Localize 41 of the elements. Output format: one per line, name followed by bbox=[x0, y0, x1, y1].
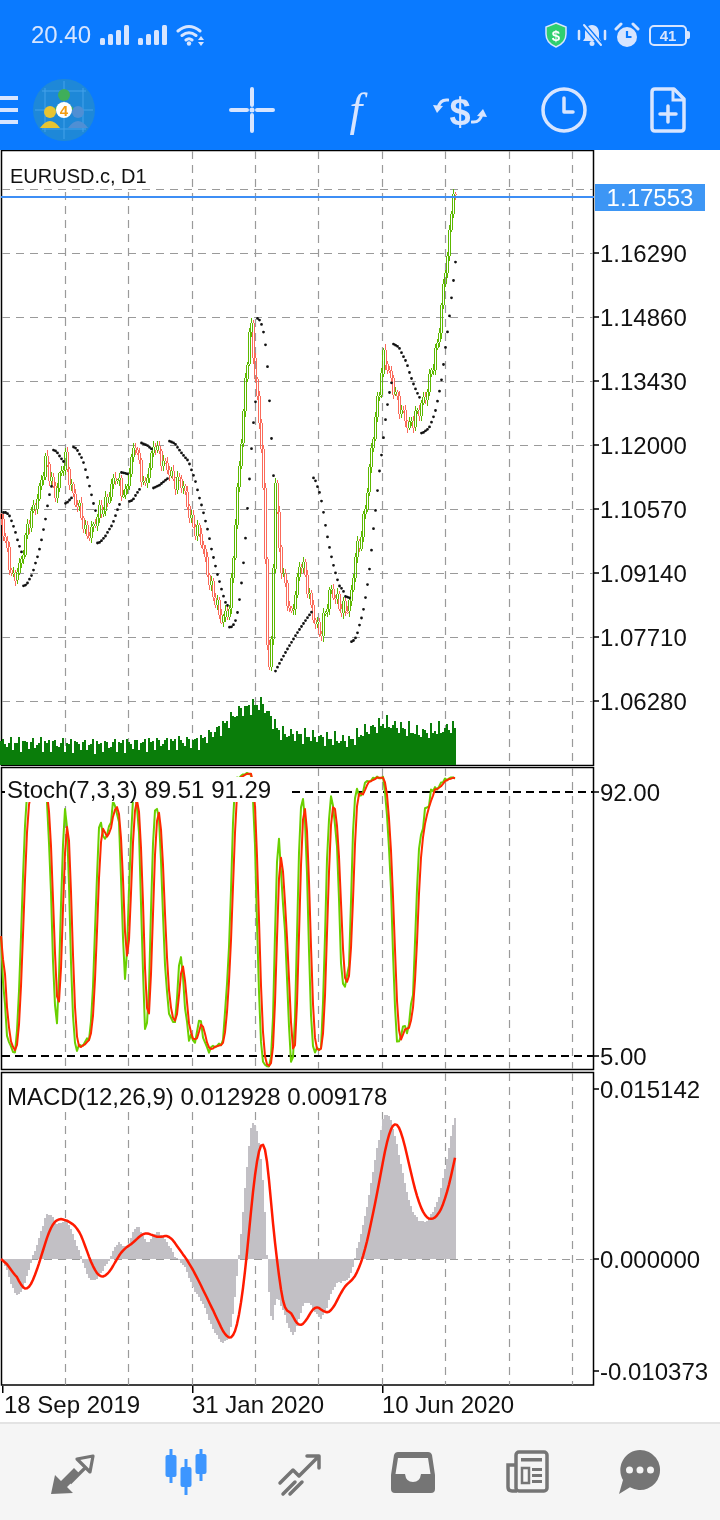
battery-indicator: 41 bbox=[649, 24, 690, 46]
crosshair-button[interactable] bbox=[227, 85, 277, 135]
scale-label: -0.010373 bbox=[600, 1357, 709, 1385]
clock-icon bbox=[541, 87, 587, 133]
price-label: 1.09140 bbox=[600, 559, 687, 587]
crosshair-icon bbox=[229, 87, 275, 133]
level-label: 92.00 bbox=[600, 778, 661, 806]
date-label: 18 Sep 2019 bbox=[4, 1390, 141, 1418]
curved-arrow-icon bbox=[470, 109, 487, 127]
date-label: 10 Jun 2020 bbox=[382, 1390, 515, 1418]
signal-icon bbox=[138, 25, 170, 45]
curved-arrow-icon bbox=[433, 95, 450, 113]
document-plus-icon bbox=[650, 87, 686, 133]
price-label: 1.06280 bbox=[600, 687, 687, 715]
alarm-clock-icon bbox=[614, 22, 640, 48]
logo-number: 4 bbox=[59, 102, 69, 118]
scale-label: 0.000000 bbox=[600, 1245, 701, 1273]
muted-bell-icon bbox=[577, 22, 607, 48]
price-label: 1.12000 bbox=[600, 431, 687, 459]
symbol-label: EURUSD.c, D1 bbox=[10, 165, 147, 187]
signal-icon bbox=[100, 25, 132, 45]
price-label: 1.16290 bbox=[600, 239, 687, 267]
shield-badge: $ bbox=[545, 22, 567, 48]
date-label: 31 Jan 2020 bbox=[192, 1390, 325, 1418]
current-price-badge: 1.17553 bbox=[595, 184, 705, 211]
indicators-button[interactable]: f bbox=[341, 83, 371, 137]
menu-button[interactable] bbox=[0, 96, 18, 124]
price-label: 1.07710 bbox=[600, 623, 687, 651]
status-time: 20.40 bbox=[31, 23, 92, 47]
level-label: 5.00 bbox=[600, 1042, 647, 1070]
indicator-label: MACD(12,26,9) 0.012928 0.009178 bbox=[5, 1083, 393, 1110]
app-logo-icon[interactable] bbox=[33, 79, 95, 141]
price-label: 1.10570 bbox=[600, 495, 687, 523]
wifi-icon bbox=[176, 23, 206, 47]
clock-button[interactable] bbox=[539, 85, 589, 135]
price-label: 1.13430 bbox=[600, 367, 687, 395]
trade-button[interactable]: $ bbox=[431, 85, 489, 135]
menu-icon bbox=[0, 96, 18, 124]
new-document-button[interactable] bbox=[648, 85, 688, 135]
scale-label: 0.015142 bbox=[600, 1075, 701, 1103]
price-label: 1.14860 bbox=[600, 303, 687, 331]
